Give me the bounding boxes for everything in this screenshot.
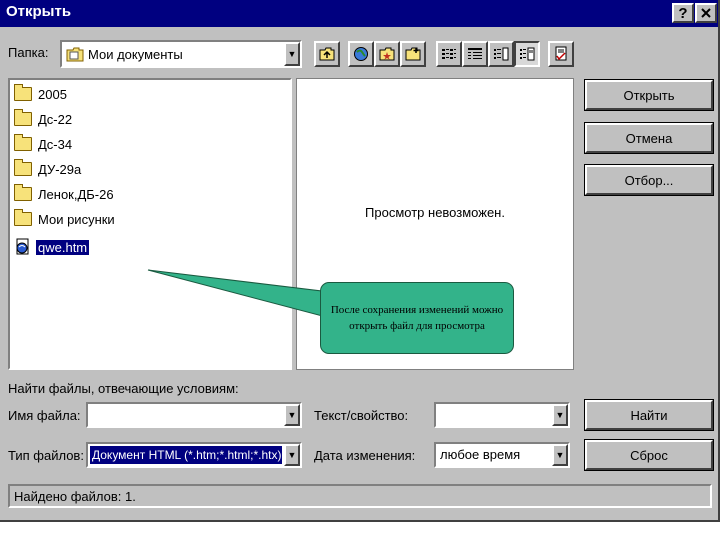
callout-note: После сохранения изменений можно открыть…: [320, 282, 514, 354]
callout-text: После сохранения изменений можно открыть…: [330, 304, 504, 332]
callout-pointer: [147, 269, 331, 319]
